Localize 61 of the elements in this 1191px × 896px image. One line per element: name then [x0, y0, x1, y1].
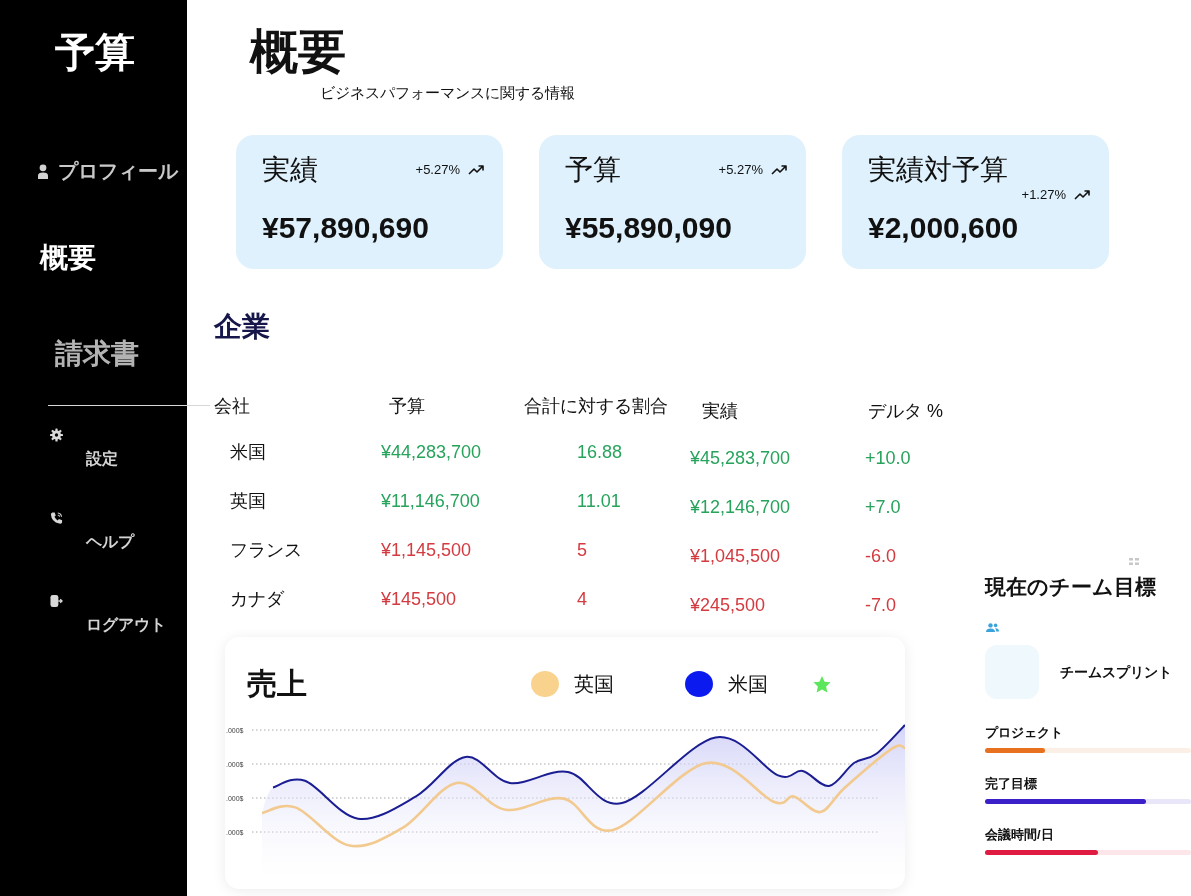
sidebar-link[interactable]: 設定: [50, 428, 118, 470]
table-cell-text: ¥12,146,700: [690, 495, 791, 519]
table-cell-text: 11.01: [577, 489, 621, 513]
nav-item[interactable]: 請求書: [55, 336, 139, 372]
column-header: 合計に対する割合: [524, 394, 668, 418]
table-cell-text: ¥44,283,700: [381, 440, 482, 464]
chart-title: 売上: [247, 666, 307, 702]
table-cell-text: ¥245,500: [690, 593, 766, 617]
app-title: 予算: [55, 29, 135, 76]
goal-label: 会議時間/日: [985, 826, 1054, 844]
table-cell-text: ¥1,045,500: [690, 544, 781, 568]
phone-icon: [50, 511, 63, 525]
table-cell-text: +10.0: [865, 446, 911, 470]
card-value: ¥57,890,690: [262, 210, 429, 246]
change-percent: +1.27%: [1021, 188, 1066, 202]
panel-title: 現在のチーム目標: [985, 574, 1156, 600]
table-cell-text: ¥11,146,700: [381, 489, 480, 513]
table-cell-text: フランス: [230, 538, 302, 562]
grid-icon[interactable]: [1129, 558, 1139, 565]
nav-item[interactable]: 概要: [40, 240, 96, 276]
table-cell-text: 英国: [230, 489, 266, 513]
table-cell-text: +7.0: [865, 495, 901, 519]
team-name: チームスプリント: [1060, 663, 1172, 682]
sidebar-link[interactable]: ヘルプ: [50, 511, 134, 553]
section-title: 企業: [214, 310, 270, 344]
people-icon: [986, 623, 999, 632]
column-header: 実績: [702, 399, 738, 423]
page-title: 概要: [250, 24, 346, 80]
column-header: 予算: [389, 394, 425, 418]
trend-up-icon: [771, 165, 787, 175]
trend-up-icon: [468, 165, 484, 175]
page-subtitle: ビジネスパフォーマンスに関する情報: [320, 83, 575, 103]
change-percent: +5.27%: [415, 163, 460, 177]
table-cell-text: ¥1,145,500: [381, 538, 472, 562]
legend-label: 米国: [728, 672, 768, 697]
legend-label: 英国: [574, 672, 614, 697]
person-icon: [38, 163, 48, 179]
card-value: ¥2,000,600: [868, 210, 1019, 246]
table-cell-text: -7.0: [865, 593, 897, 617]
trend-up-icon: [1074, 190, 1090, 200]
table-cell-text: -6.0: [865, 544, 897, 568]
table-cell-text: 米国: [230, 440, 266, 464]
column-header: 会社: [214, 394, 250, 418]
card-title: 実績: [262, 153, 318, 187]
card-title: 予算: [565, 153, 621, 187]
table-cell-text: ¥145,500: [381, 587, 457, 611]
table-cell-text: カナダ: [230, 587, 284, 611]
column-header: デルタ %: [868, 399, 943, 423]
logout-icon: [50, 594, 63, 608]
card-title: 実績対予算: [868, 153, 1008, 187]
profile-link[interactable]: プロフィール: [38, 157, 178, 185]
sidebar-link[interactable]: ログアウト: [50, 594, 166, 636]
card-value: ¥55,890,090: [565, 210, 732, 246]
gear-icon: [50, 428, 63, 442]
change-percent: +5.27%: [718, 163, 763, 177]
table-cell-text: 5: [577, 538, 587, 562]
goal-label: 完了目標: [985, 775, 1037, 793]
goal-label: プロジェクト: [985, 724, 1063, 742]
table-cell-text: 16.88: [577, 440, 623, 464]
table-cell-text: ¥45,283,700: [690, 446, 791, 470]
table-cell-text: 4: [577, 587, 587, 611]
